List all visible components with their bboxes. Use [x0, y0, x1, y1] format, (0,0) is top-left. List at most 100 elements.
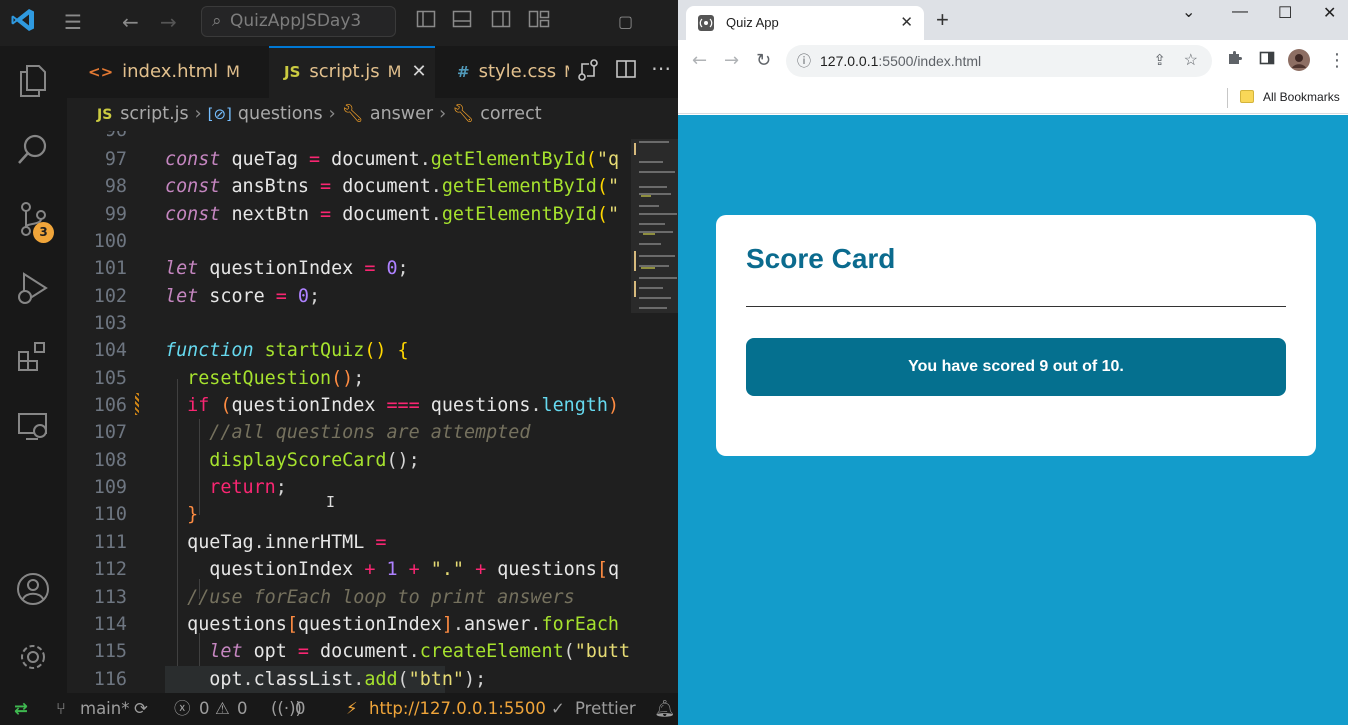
tab-style-css[interactable]: # style.css M — [443, 46, 569, 98]
check-icon: ✓ — [551, 699, 565, 718]
browser-tab[interactable]: Quiz App ✕ — [686, 6, 924, 40]
array-symbol-icon: [⊘] — [207, 105, 232, 123]
warning-icon: ⚠ — [215, 699, 230, 718]
back-arrow-icon[interactable]: ← — [122, 9, 139, 35]
code-line: 100 — [93, 231, 127, 252]
warning-count[interactable]: 0 — [237, 693, 248, 725]
browser-tab-title: Quiz App — [726, 15, 779, 30]
bookmark-star-icon[interactable]: ☆ — [1184, 45, 1198, 77]
close-tab-icon[interactable]: ✕ — [411, 61, 426, 82]
tab-label: script.js — [309, 61, 380, 82]
close-tab-icon[interactable]: ✕ — [900, 6, 913, 40]
modified-indicator: M — [564, 62, 569, 81]
prettier-status[interactable]: Prettier — [575, 693, 636, 725]
close-window-icon[interactable]: ✕ — [1323, 3, 1336, 23]
accounts-icon[interactable] — [12, 568, 54, 610]
code-line: 103 — [93, 313, 127, 334]
command-center-search[interactable]: ⌕ QuizAppJSDay3 — [201, 6, 396, 37]
breadcrumb-item[interactable]: correct — [480, 104, 541, 124]
forward-arrow-icon[interactable]: → — [160, 9, 177, 35]
bookmarks-bar: All Bookmarks — [678, 82, 1348, 114]
activity-bar: 3 — [0, 46, 67, 693]
tab-search-chevron-icon[interactable]: ⌄ — [1182, 2, 1195, 22]
profile-avatar[interactable] — [1288, 49, 1310, 76]
code-line: 99 const nextBtn = document.getElementByI… — [104, 204, 620, 225]
code-line: 96 — [67, 131, 631, 144]
source-control-badge: 3 — [33, 222, 54, 243]
error-icon: ⓧ — [174, 699, 191, 718]
browser-menu-icon[interactable]: ⋮ — [1328, 50, 1346, 71]
maximize-icon[interactable]: ☐ — [1278, 3, 1292, 23]
extensions-icon[interactable] — [12, 336, 54, 378]
split-editor-icon[interactable] — [615, 58, 637, 85]
back-arrow-icon[interactable]: ← — [692, 50, 707, 71]
error-count[interactable]: 0 — [199, 693, 210, 725]
settings-gear-icon[interactable] — [12, 636, 54, 678]
restore-window-icon[interactable]: ▢ — [618, 9, 633, 35]
share-icon[interactable]: ⇪ — [1153, 45, 1166, 77]
ports-count[interactable]: 0 — [295, 693, 306, 725]
code-line: 108 displayScoreCard(); — [93, 450, 420, 471]
branch-icon: ⑂ — [56, 699, 66, 718]
site-info-icon[interactable]: ⓘ — [797, 45, 811, 77]
run-debug-icon[interactable] — [12, 268, 54, 310]
extensions-puzzle-icon[interactable] — [1227, 50, 1243, 71]
js-file-icon: JS — [284, 63, 301, 81]
vscode-titlebar: ☰ ← → ⌕ QuizAppJSDay3 ▢ — [0, 0, 678, 46]
live-server-url[interactable]: http://127.0.0.1:5500 — [369, 693, 546, 725]
text-cursor-icon: I — [326, 493, 336, 511]
notifications-bell-icon[interactable]: 🔔︎ — [654, 693, 675, 725]
breadcrumb-item[interactable]: answer — [370, 104, 433, 124]
search-icon: ⌕ — [212, 11, 222, 31]
modified-indicator: M — [387, 62, 402, 81]
breadcrumb-file[interactable]: script.js — [120, 104, 188, 124]
git-branch[interactable]: main* — [80, 693, 129, 725]
forward-arrow-icon[interactable]: → — [724, 50, 739, 71]
code-line: 105 resetQuestion(); — [93, 368, 365, 389]
score-card: Score Card You have scored 9 out of 10. — [716, 215, 1316, 456]
search-text: QuizAppJSDay3 — [230, 11, 362, 31]
search-icon[interactable] — [12, 128, 54, 170]
remote-explorer-icon[interactable] — [12, 406, 54, 448]
code-line: 110 } — [93, 504, 199, 525]
tab-label: style.css — [478, 61, 557, 82]
more-actions-icon[interactable]: ⋯ — [651, 56, 671, 80]
code-line: 106 if (questionIndex === questions.leng… — [93, 395, 620, 416]
customize-layout-icon[interactable] — [528, 9, 550, 35]
chevron-right-icon: › — [439, 104, 447, 124]
lightning-icon: ⚡ — [346, 699, 358, 718]
code-editor[interactable]: 96 97const queTag = document.getElementB… — [67, 131, 631, 693]
browser-tab-strip: Quiz App ✕ + ⌄ — ☐ ✕ — [678, 0, 1348, 40]
vscode-window: ☰ ← → ⌕ QuizAppJSDay3 ▢ 3 <> index.html … — [0, 0, 678, 725]
divider — [746, 306, 1286, 307]
remote-indicator-icon[interactable]: ⇄ — [14, 693, 28, 725]
code-line: 101 let questionIndex = 0; — [93, 258, 409, 279]
minimize-icon[interactable]: — — [1232, 3, 1248, 21]
side-panel-icon[interactable] — [1259, 50, 1275, 71]
code-line: 115 let opt = document.createElement("bu… — [93, 641, 631, 662]
toggle-sidebar-icon[interactable] — [416, 9, 436, 35]
new-tab-icon[interactable]: + — [936, 7, 949, 33]
open-changes-icon[interactable] — [577, 58, 599, 87]
tab-script-js[interactable]: JS script.js M ✕ — [269, 46, 435, 98]
sync-icon[interactable]: ⟳ — [134, 693, 148, 725]
reload-icon[interactable]: ↻ — [756, 50, 771, 71]
css-file-icon: # — [457, 63, 470, 81]
tab-label: index.html — [122, 61, 219, 82]
code-line: 116 opt.classList.add("btn"); — [67, 666, 631, 693]
all-bookmarks-button[interactable]: All Bookmarks — [1263, 82, 1340, 112]
wrench-icon: 🔧︎ — [341, 104, 364, 124]
live-server-favicon-icon — [698, 15, 714, 31]
url-host: 127.0.0.1 — [820, 53, 879, 69]
browser-window: Quiz App ✕ + ⌄ — ☐ ✕ ← → ↻ ⓘ 127.0.0.1:5… — [678, 0, 1348, 725]
address-bar[interactable]: ⓘ 127.0.0.1:5500/index.html ⇪ ☆ — [786, 45, 1212, 77]
tab-index-html[interactable]: <> index.html M — [75, 46, 255, 98]
minimap[interactable] — [631, 131, 678, 693]
menu-icon[interactable]: ☰ — [64, 9, 82, 35]
toggle-panel-icon[interactable] — [452, 9, 472, 35]
breadcrumb-item[interactable]: questions — [238, 104, 323, 124]
modified-indicator: M — [226, 62, 240, 81]
toggle-secondary-sidebar-icon[interactable] — [491, 9, 511, 35]
code-line: 102 let score = 0; — [93, 286, 321, 307]
explorer-icon[interactable] — [12, 60, 54, 102]
